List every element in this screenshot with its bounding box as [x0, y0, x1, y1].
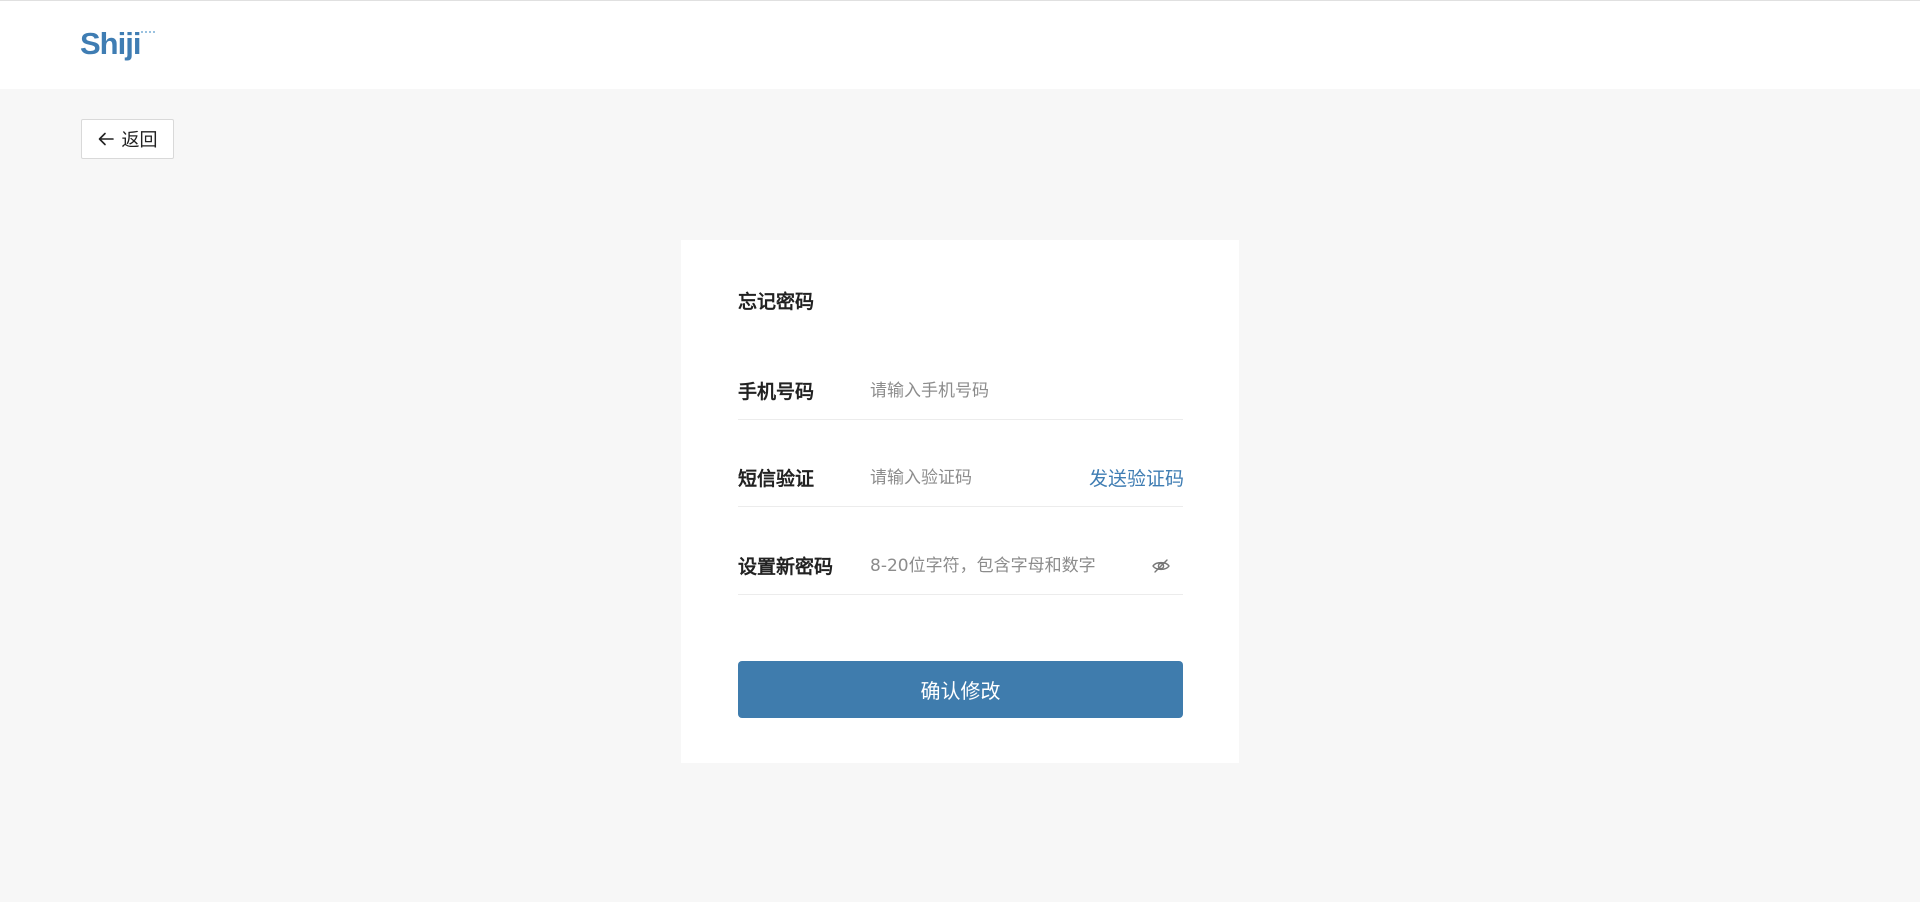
phone-row: 手机号码 [738, 362, 1183, 420]
phone-label: 手机号码 [738, 381, 815, 403]
sms-row: 短信验证 发送验证码 [738, 449, 1184, 507]
password-label: 设置新密码 [738, 556, 834, 578]
back-button-label: 返回 [121, 130, 158, 151]
new-password-input[interactable] [870, 545, 1150, 586]
arrow-left-icon [98, 132, 114, 146]
send-code-link[interactable]: 发送验证码 [1089, 464, 1184, 491]
password-row: 设置新密码 [738, 537, 1183, 595]
phone-input[interactable] [870, 370, 1183, 411]
logo-dots [141, 31, 156, 33]
shiji-logo[interactable]: Shiji [80, 26, 156, 61]
top-header: Shiji [0, 0, 1920, 89]
eye-off-icon[interactable] [1150, 555, 1172, 577]
back-button[interactable]: 返回 [81, 119, 174, 159]
sms-label: 短信验证 [738, 468, 815, 490]
sms-code-input[interactable] [870, 457, 1089, 498]
page-title: 忘记密码 [738, 291, 815, 313]
forgot-password-card: 忘记密码 手机号码 短信验证 发送验证码 设置新密码 确认修改 [681, 240, 1239, 763]
confirm-change-button[interactable]: 确认修改 [738, 661, 1183, 718]
logo-text: Shiji [80, 26, 141, 61]
